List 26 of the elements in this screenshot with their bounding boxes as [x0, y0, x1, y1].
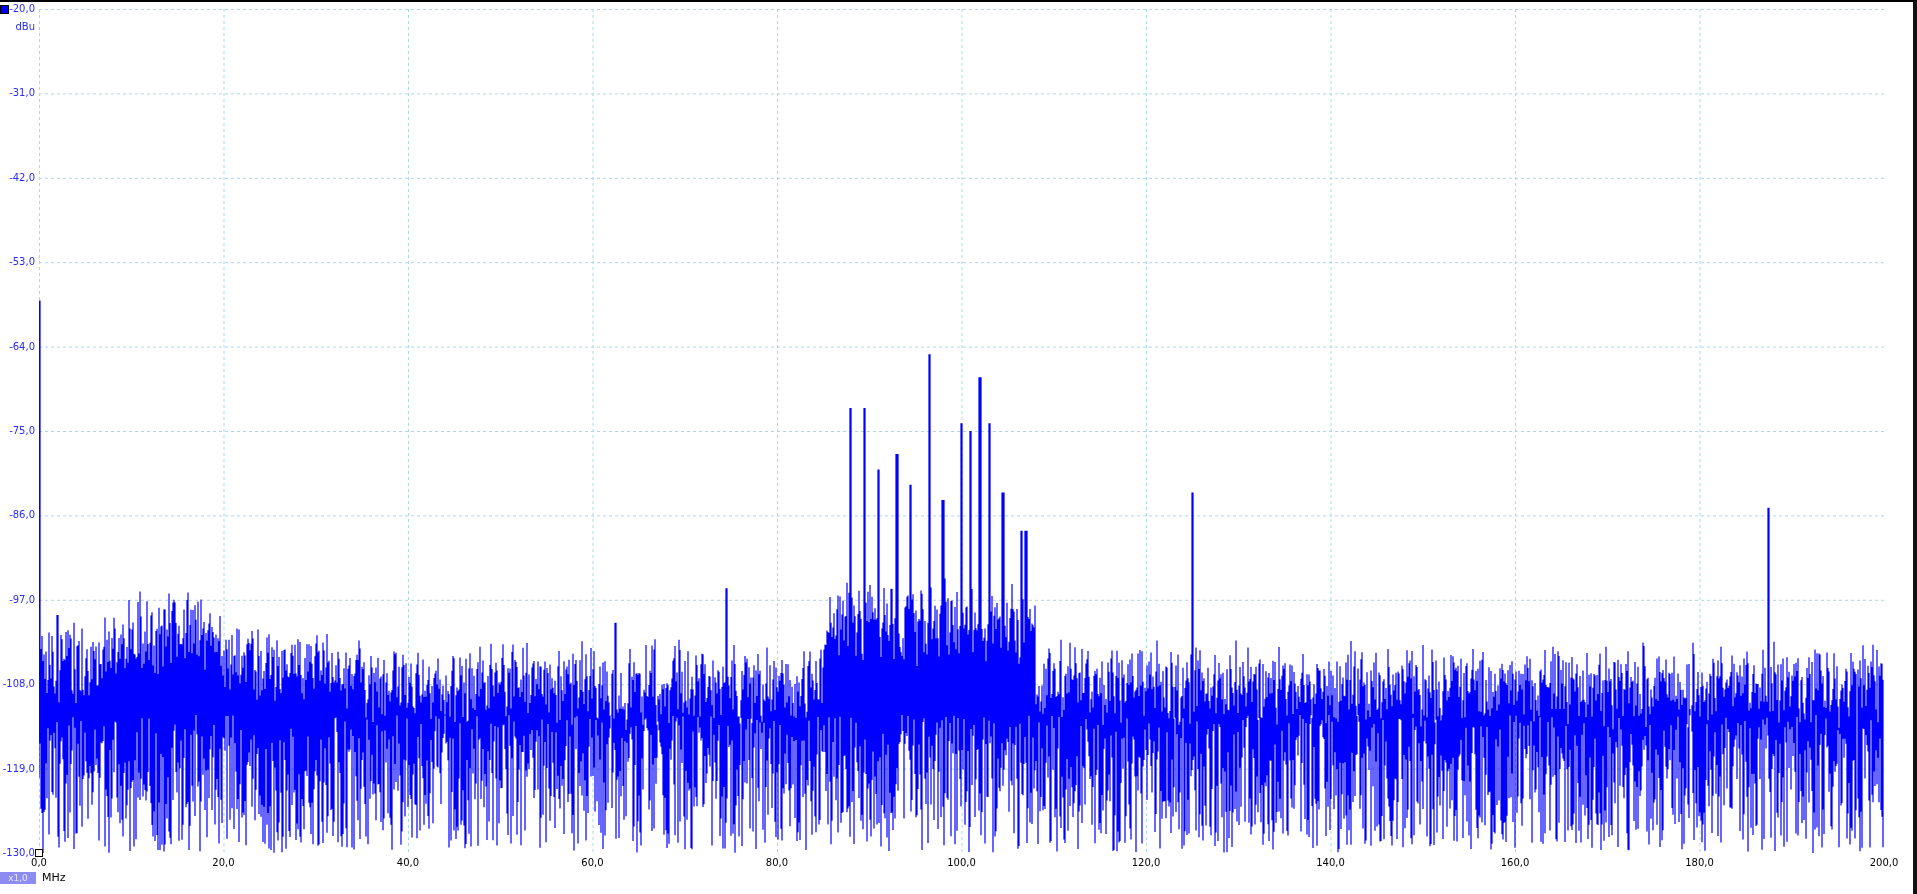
y-axis-tick-label: -53,0 — [9, 256, 35, 268]
y-axis-tick-label: -130,0 — [2, 846, 35, 858]
x-axis-tick-label: 100,0 — [946, 856, 977, 870]
y-axis-tick-label: -75,0 — [9, 424, 35, 436]
x-axis-tick-label: 140,0 — [1315, 856, 1346, 870]
x-axis-tick-label: 40,0 — [395, 856, 421, 870]
x-axis-tick-label: 160,0 — [1499, 856, 1531, 870]
y-axis-tick-label: -64,0 — [9, 340, 35, 352]
y-axis-tick-label: -20,0 — [9, 3, 35, 14]
x-axis-tick-label: 0,0 — [31, 857, 48, 870]
y-axis-tick-label: -108,0 — [2, 678, 35, 690]
x-axis-tick-label: 120,0 — [1130, 856, 1162, 870]
y-axis-tick-label: -31,0 — [9, 87, 35, 99]
y-axis-tick-label: -97,0 — [9, 593, 35, 605]
x-axis-tick-label: 60,0 — [580, 856, 605, 870]
x-axis-tick-label: 80,0 — [764, 856, 790, 870]
y-axis-tick-label: -42,0 — [9, 171, 35, 183]
x-axis-tick-label: 180,0 — [1684, 856, 1715, 870]
x-axis-tick-label: 200,0 — [1868, 856, 1900, 870]
y-axis-tick-label: -86,0 — [9, 509, 35, 521]
origin-square-icon — [35, 849, 43, 857]
x-axis-unit: MHz — [42, 871, 66, 884]
y-axis-unit: dBu — [15, 21, 35, 32]
x-axis-tick-label: 20,0 — [211, 856, 236, 870]
y-axis-tick-label: -119,0 — [2, 762, 35, 774]
zoom-factor-badge: x1,0 — [0, 871, 36, 884]
